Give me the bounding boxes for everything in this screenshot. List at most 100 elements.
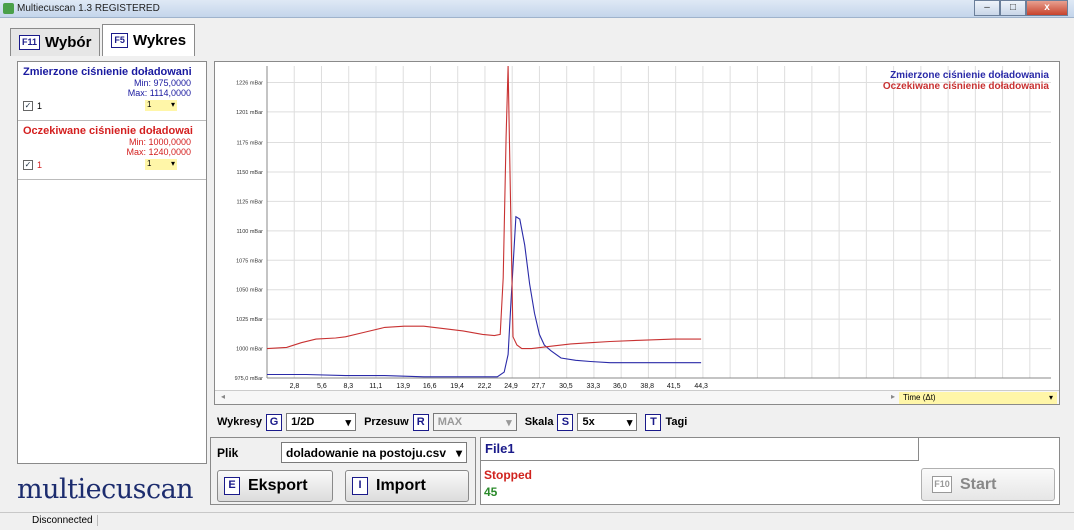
x-tick-label: 30,5 xyxy=(559,383,573,390)
series-min: Min: 1000,0000 xyxy=(128,137,191,147)
chart-legend: Zmierzone ciśnienie doładowania Oczekiwa… xyxy=(883,70,1049,92)
export-label: Eksport xyxy=(248,477,308,494)
chart-area[interactable]: 975,0 mBar 1000 mBar 1025 mBar 1050 mBar 107… xyxy=(214,61,1060,405)
chevron-down-icon: ▾ xyxy=(455,445,462,460)
status-panel: File1 Stopped 45 F10 Start xyxy=(480,437,1060,505)
shortcut-key: I xyxy=(352,477,368,495)
legend-entry-expected: Oczekiwane ciśnienie doładowania xyxy=(882,81,1049,92)
tab-wykres[interactable]: F5 Wykres xyxy=(102,24,196,56)
tab-wybor[interactable]: F11 Wybór xyxy=(10,28,101,56)
x-tick-label: 5,6 xyxy=(317,383,327,390)
skala-select[interactable]: 5x ▾ xyxy=(577,413,638,431)
przesuw-select[interactable]: MAX ▾ xyxy=(432,413,517,431)
horizontal-scrollbar[interactable]: ◂ ▸ Time (Δt) ▾ xyxy=(215,390,1059,404)
series-axis-select[interactable]: 1 ▾ xyxy=(145,159,177,170)
app-icon xyxy=(3,3,14,14)
y-tick-label: 1100 mBar xyxy=(237,229,264,235)
x-tick-label: 8,3 xyxy=(343,383,353,390)
series-max: Max: 1240,0000 xyxy=(126,147,191,157)
y-tick-label: 1201 mBar xyxy=(236,110,263,116)
series-item-measured[interactable]: Zmierzone ciśnienie doładowani Min: 975,… xyxy=(18,62,206,120)
file-name-field[interactable]: File1 xyxy=(481,438,919,461)
chevron-down-icon: ▾ xyxy=(170,100,175,109)
x-axis-select[interactable]: Time (Δt) ▾ xyxy=(899,392,1057,404)
window-controls: – □ x xyxy=(974,0,1068,16)
y-tick-label: 1226 mBar xyxy=(236,80,263,86)
minimize-button[interactable]: – xyxy=(974,0,1000,16)
shortcut-key: F10 xyxy=(932,476,952,493)
y-tick-label: 1050 mBar xyxy=(236,288,263,294)
tagi-label: Tagi xyxy=(665,416,688,428)
x-tick-label: 19,4 xyxy=(450,383,464,390)
x-tick-label: 16,6 xyxy=(423,383,437,390)
x-tick-label: 2,8 xyxy=(290,383,300,390)
x-tick-label: 36,0 xyxy=(613,383,627,390)
shortcut-key: G xyxy=(266,413,283,431)
title-bar: Multiecuscan 1.3 REGISTERED – □ x xyxy=(0,0,1074,18)
connection-status: Disconnected xyxy=(28,515,98,526)
line-chart: 975,0 mBar 1000 mBar 1025 mBar 1050 mBar 107… xyxy=(235,65,1051,390)
series-name: Oczekiwane ciśnienie doładowai xyxy=(23,125,193,137)
x-tick-label: 41,5 xyxy=(667,383,681,390)
start-button[interactable]: F10 Start xyxy=(921,468,1055,501)
tab-label: Wybór xyxy=(45,34,92,51)
tab-bar: F11 Wybór F5 Wykres xyxy=(10,24,197,56)
shortcut-key: F11 xyxy=(19,35,41,50)
x-tick-label: 13,9 xyxy=(396,383,410,390)
scroll-right-icon[interactable]: ▸ xyxy=(891,392,895,401)
skala-label: Skala xyxy=(524,416,554,428)
series-name: Zmierzone ciśnienie doładowani xyxy=(23,66,192,78)
window-title: Multiecuscan 1.3 REGISTERED xyxy=(17,3,160,14)
x-tick-label: 44,3 xyxy=(694,383,708,390)
y-tick-label: 1125 mBar xyxy=(237,199,264,205)
series-max: Max: 1114,0000 xyxy=(127,88,191,98)
shortcut-key: R xyxy=(412,413,429,431)
import-button[interactable]: I Import xyxy=(345,470,469,502)
scroll-left-icon[interactable]: ◂ xyxy=(221,392,225,401)
shortcut-key: S xyxy=(557,413,574,431)
series-line-expected xyxy=(266,65,702,350)
export-button[interactable]: E Eksport xyxy=(217,470,333,502)
file-label: Plik xyxy=(217,446,239,460)
file-panel: Plik doladowanie na postoju.csv ▾ E Ekspo… xyxy=(210,437,476,505)
series-checkbox[interactable]: ✓ xyxy=(23,159,33,170)
y-tick-label: 1075 mBar xyxy=(236,258,263,264)
shortcut-key: E xyxy=(224,477,240,495)
x-tick-label: 33,3 xyxy=(587,383,601,390)
chevron-down-icon: ▾ xyxy=(170,159,175,168)
x-tick-label: 38,8 xyxy=(640,383,654,390)
x-tick-label: 22,2 xyxy=(478,383,492,390)
wykresy-label: Wykresy xyxy=(217,416,263,428)
przesuw-label: Przesuw xyxy=(364,416,409,428)
status-bar: Disconnected xyxy=(0,512,1074,530)
series-panel: Zmierzone ciśnienie doładowani Min: 975,… xyxy=(17,61,207,464)
status-text: Stopped xyxy=(484,468,532,482)
file-select[interactable]: doladowanie na postoju.csv ▾ xyxy=(281,442,467,463)
y-tick-label: 1025 mBar xyxy=(236,317,263,323)
chevron-down-icon: ▾ xyxy=(345,416,352,429)
y-tick-label: 1150 mBar xyxy=(237,170,264,176)
series-min: Min: 975,0000 xyxy=(133,78,191,88)
y-tick-label: 1000 mBar xyxy=(236,347,263,353)
maximize-button[interactable]: □ xyxy=(1000,0,1026,16)
series-line-measured xyxy=(267,215,702,378)
series-index: 1 xyxy=(37,159,43,170)
tab-label: Wykres xyxy=(132,32,187,49)
import-label: Import xyxy=(376,477,426,494)
x-tick-label: 27,7 xyxy=(532,383,546,390)
y-tick-label: 1175 mBar xyxy=(237,141,264,147)
chevron-down-icon: ▾ xyxy=(1048,393,1053,402)
shortcut-key: F5 xyxy=(111,33,128,48)
x-tick-label: 11,1 xyxy=(369,383,382,390)
app-logo: multiecuscan xyxy=(17,474,194,505)
series-axis-select[interactable]: 1 ▾ xyxy=(145,100,177,111)
x-tick-label: 24,9 xyxy=(504,383,518,390)
close-button[interactable]: x xyxy=(1026,0,1068,16)
record-count: 45 xyxy=(484,485,498,499)
tagi-button[interactable]: T xyxy=(645,413,662,431)
series-item-expected[interactable]: Oczekiwane ciśnienie doładowai Min: 1000… xyxy=(18,121,206,179)
series-checkbox[interactable]: ✓ xyxy=(23,100,33,111)
series-index: 1 xyxy=(37,100,43,111)
chart-controls: Wykresy G 1/2D ▾ Przesuw R MAX ▾ Skala S 5… xyxy=(217,413,687,431)
wykresy-select[interactable]: 1/2D ▾ xyxy=(286,413,357,431)
